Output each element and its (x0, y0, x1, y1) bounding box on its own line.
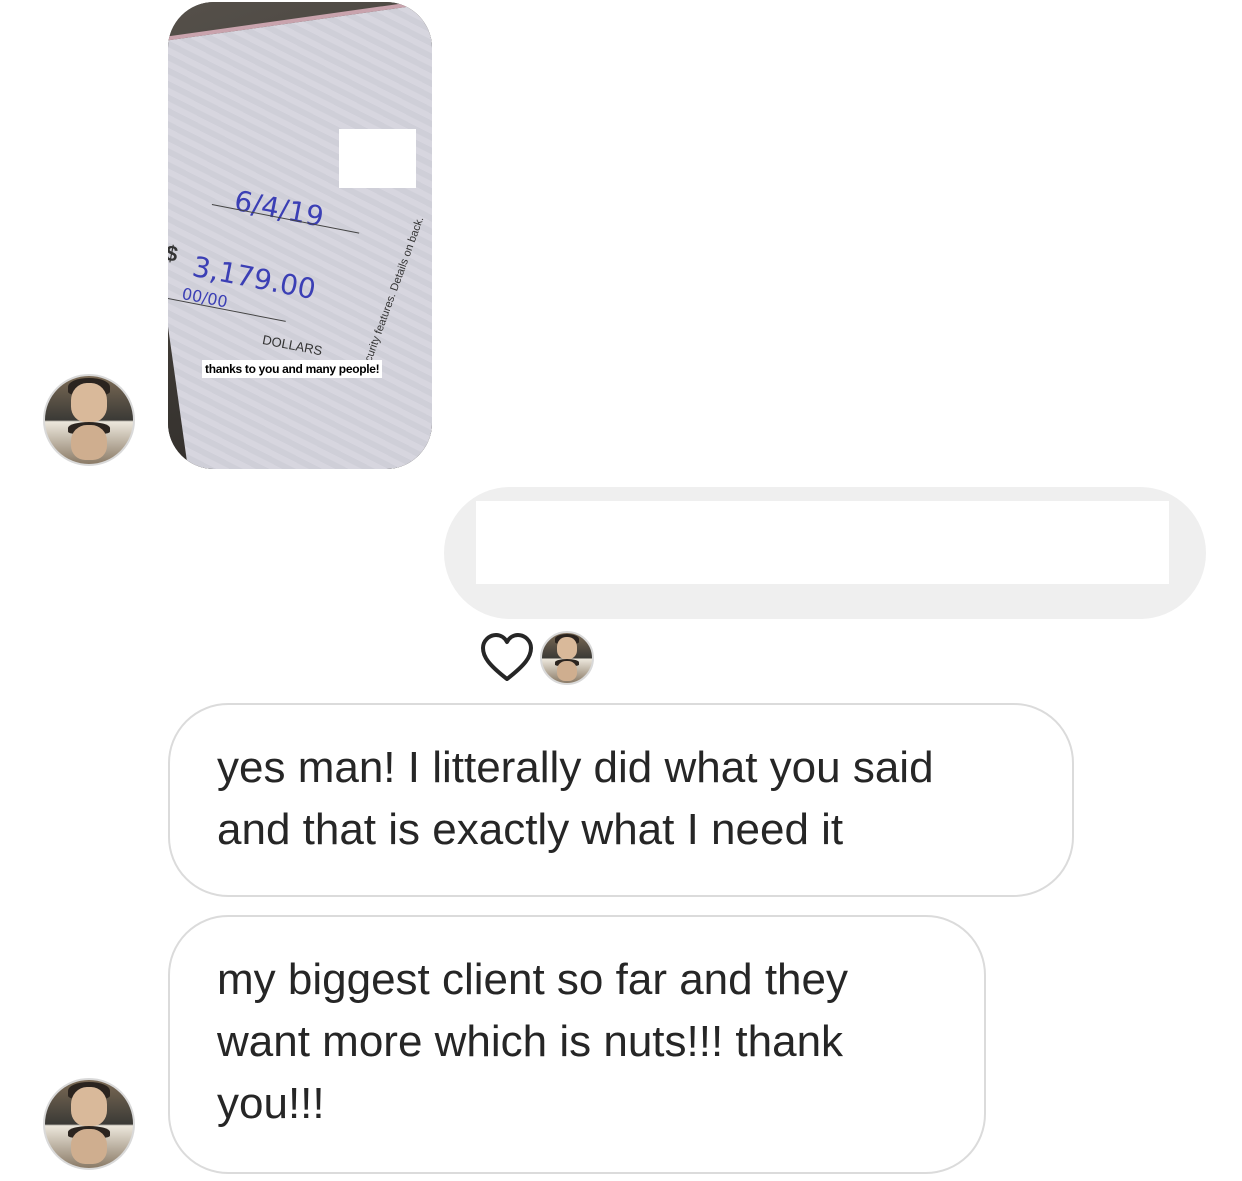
message-text: my biggest client so far and they want m… (217, 955, 848, 1128)
received-message-bubble[interactable]: my biggest client so far and they want m… (168, 915, 986, 1174)
check-image (168, 2, 432, 469)
redaction-box (476, 501, 1169, 584)
photo-caption: thanks to you and many people! (202, 360, 383, 378)
reactor-avatar[interactable] (540, 631, 594, 685)
sent-message-bubble[interactable] (444, 487, 1206, 619)
sender-avatar[interactable] (43, 374, 135, 466)
message-text: yes man! I litterally did what you said … (217, 743, 934, 854)
sender-avatar[interactable] (43, 1078, 135, 1170)
received-message-bubble[interactable]: yes man! I litterally did what you said … (168, 703, 1074, 897)
photo-message[interactable]: 6/4/19 $ 3,179.00 00/00 DOLLARS Security… (168, 2, 432, 469)
redaction-box (339, 129, 416, 188)
heart-icon[interactable] (479, 631, 535, 687)
